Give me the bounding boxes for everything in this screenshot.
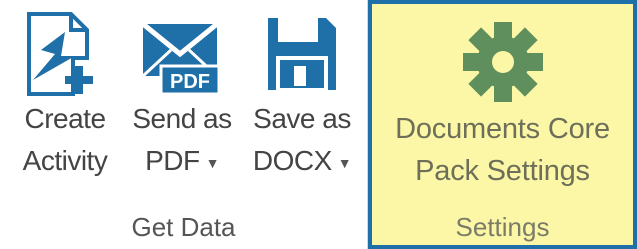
- group-label-settings: Settings: [455, 212, 550, 242]
- create-activity-button[interactable]: Create Activity: [10, 10, 120, 182]
- save-as-docx-label-line1: Save as: [253, 103, 351, 134]
- group-get-data: Create Activity PDF Send as PDF ▼ Save as: [0, 0, 368, 249]
- settings-label-line1: Documents Core: [395, 113, 610, 145]
- create-activity-icon: [27, 12, 93, 96]
- save-as-docx-label-line2: DOCX ▼: [246, 140, 358, 184]
- documents-core-pack-settings-button[interactable]: Documents Core Pack Settings: [372, 16, 633, 192]
- ribbon: Create Activity PDF Send as PDF ▼ Save as: [0, 0, 637, 249]
- send-as-pdf-label-text: PDF: [145, 145, 200, 176]
- save-as-docx-label-text: DOCX: [252, 145, 332, 176]
- chevron-down-icon[interactable]: ▼: [338, 155, 352, 171]
- chevron-down-icon[interactable]: ▼: [206, 155, 220, 171]
- send-as-pdf-button[interactable]: PDF Send as PDF ▼: [124, 10, 240, 184]
- group-settings: Documents Core Pack Settings Settings: [368, 0, 637, 249]
- save-as-docx-button[interactable]: Save as DOCX ▼: [246, 10, 358, 184]
- gear-icon: [462, 22, 543, 102]
- save-disk-icon: [268, 18, 336, 92]
- send-as-pdf-label-line1: Send as: [132, 103, 232, 134]
- create-activity-label-line1: Create: [24, 103, 106, 134]
- group-label-get-data: Get Data: [131, 212, 236, 242]
- settings-label-line2: Pack Settings: [415, 155, 590, 187]
- send-as-pdf-label-line2: PDF ▼: [124, 140, 240, 184]
- send-pdf-icon: PDF: [141, 22, 221, 96]
- pdf-badge-text: PDF: [170, 71, 210, 93]
- create-activity-label-line2: Activity: [22, 145, 108, 176]
